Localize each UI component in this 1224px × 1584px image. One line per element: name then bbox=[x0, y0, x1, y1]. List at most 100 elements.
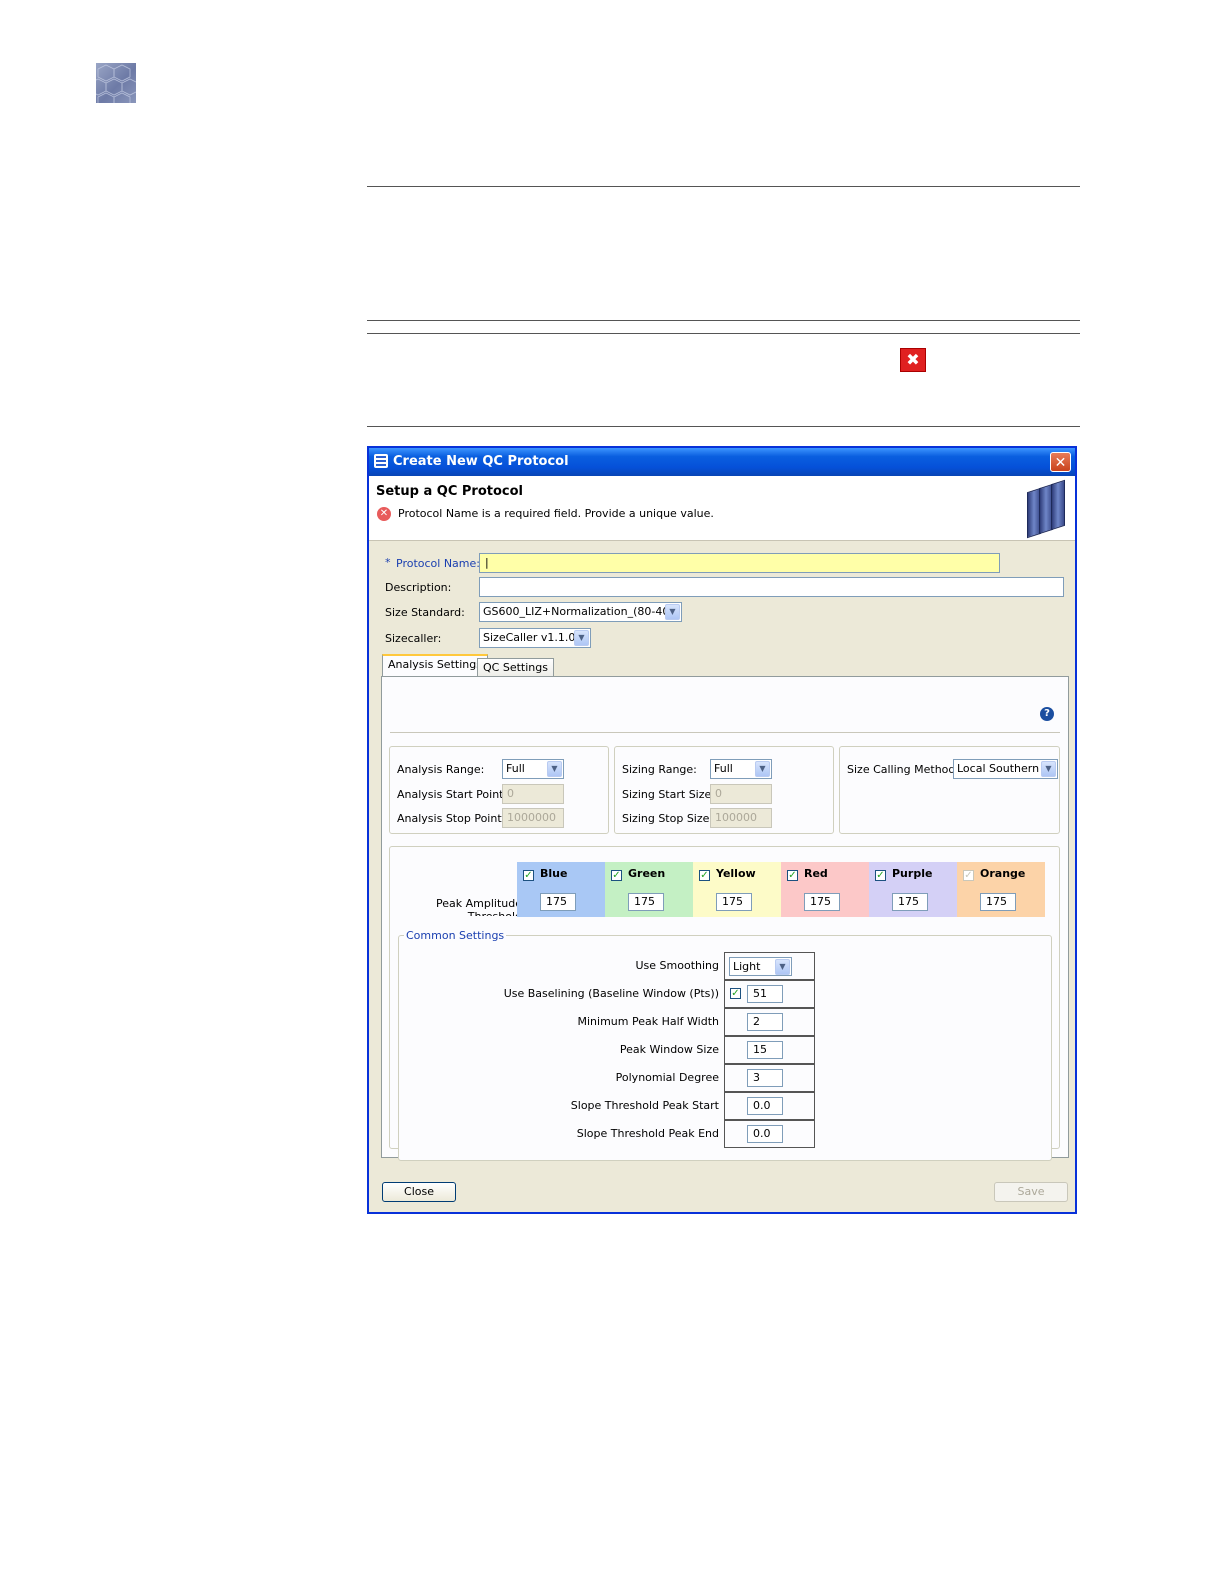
tab-analysis-settings[interactable]: Analysis Settings bbox=[382, 654, 488, 676]
min-peak-cell: 2 bbox=[724, 1008, 815, 1036]
baselining-checkbox[interactable]: ✓ bbox=[730, 988, 741, 999]
save-button[interactable]: Save bbox=[994, 1182, 1068, 1202]
dye-column-purple: ✓ Purple 175 bbox=[869, 862, 957, 917]
size-calling-value: Local Southern bbox=[957, 762, 1040, 775]
protocol-name-input[interactable]: | bbox=[479, 553, 1000, 573]
dye-threshold-purple[interactable]: 175 bbox=[892, 893, 928, 911]
size-standard-value: GS600_LIZ+Normalization_(80-400) bbox=[483, 605, 681, 618]
chevron-down-icon[interactable]: ▼ bbox=[574, 630, 589, 646]
threshold-label-line: Threshold bbox=[436, 910, 522, 916]
chevron-down-icon[interactable]: ▼ bbox=[775, 959, 790, 975]
analysis-stop-input[interactable]: 1000000 bbox=[502, 808, 564, 828]
slope-start-input[interactable]: 0.0 bbox=[747, 1097, 783, 1115]
peak-window-input[interactable]: 15 bbox=[747, 1041, 783, 1059]
analysis-settings-panel: ? Analysis Range: Full ▼ Analysis Start … bbox=[381, 676, 1069, 1161]
close-button[interactable]: Close bbox=[382, 1182, 456, 1202]
sizing-range-select[interactable]: Full ▼ bbox=[710, 759, 772, 779]
sizecaller-select[interactable]: SizeCaller v1.1.0 ▼ bbox=[479, 628, 591, 648]
dye-threshold-green[interactable]: 175 bbox=[628, 893, 664, 911]
divider bbox=[367, 333, 1080, 334]
divider bbox=[367, 320, 1080, 321]
sizecaller-value: SizeCaller v1.1.0 bbox=[483, 631, 576, 644]
sizing-range-value: Full bbox=[714, 762, 733, 775]
smoothing-value: Light bbox=[733, 960, 761, 973]
window-title: Create New QC Protocol bbox=[393, 454, 569, 469]
smoothing-cell: Light ▼ bbox=[724, 952, 815, 980]
dye-row: ✓ Blue 175 ✓ Green 175 ✓ Yellow 175 ✓ Red 175 ✓ Purpl… bbox=[517, 862, 1045, 917]
dye-column-yellow: ✓ Yellow 175 bbox=[693, 862, 781, 917]
peak-amplitude-label-line: Peak Amplitude bbox=[436, 897, 522, 910]
description-input[interactable] bbox=[479, 577, 1064, 597]
baselining-label: Use Baselining (Baseline Window (Pts)) bbox=[503, 987, 719, 1000]
dye-name-blue: Blue bbox=[540, 867, 568, 880]
analysis-stop-label: Analysis Stop Point: bbox=[397, 812, 506, 825]
chevron-down-icon[interactable]: ▼ bbox=[547, 761, 562, 777]
help-icon[interactable]: ? bbox=[1040, 707, 1054, 721]
logo bbox=[96, 63, 136, 103]
baselining-input[interactable]: 51 bbox=[747, 985, 783, 1003]
sizing-start-input[interactable]: 0 bbox=[710, 784, 772, 804]
size-calling-select[interactable]: Local Southern ▼ bbox=[953, 759, 1058, 779]
dialog-body: Setup a QC Protocol ✕ Protocol Name is a… bbox=[369, 476, 1075, 1212]
baselining-cell: ✓ 51 bbox=[724, 980, 815, 1008]
peak-detection-group: Peak Amplitude Threshold ✓ Blue 175 ✓ Green 1… bbox=[389, 846, 1060, 1161]
dye-column-green: ✓ Green 175 bbox=[605, 862, 693, 917]
divider bbox=[367, 186, 1080, 187]
dye-checkbox-blue[interactable]: ✓ bbox=[523, 870, 534, 881]
smoothing-label: Use Smoothing bbox=[635, 959, 720, 972]
header-title: Setup a QC Protocol bbox=[376, 484, 524, 499]
size-standard-select[interactable]: GS600_LIZ+Normalization_(80-400) ▼ bbox=[479, 602, 682, 622]
analysis-start-input[interactable]: 0 bbox=[502, 784, 564, 804]
error-message: Protocol Name is a required field. Provi… bbox=[398, 507, 714, 520]
min-peak-label: Minimum Peak Half Width bbox=[577, 1015, 720, 1028]
required-marker: * bbox=[385, 556, 391, 569]
dialog-header: Setup a QC Protocol ✕ Protocol Name is a… bbox=[369, 476, 1075, 541]
dye-checkbox-yellow[interactable]: ✓ bbox=[699, 870, 710, 881]
common-settings-labels: Use Smoothing Use Baselining (Baseline W… bbox=[390, 952, 719, 1152]
chevron-down-icon[interactable]: ▼ bbox=[755, 761, 770, 777]
slope-end-cell: 0.0 bbox=[724, 1120, 815, 1148]
dye-threshold-blue[interactable]: 175 bbox=[540, 893, 576, 911]
common-settings-legend: Common Settings bbox=[404, 929, 507, 942]
create-qc-protocol-dialog: Create New QC Protocol ✕ Setup a QC Prot… bbox=[367, 446, 1077, 1214]
sizecaller-label: Sizecaller: bbox=[385, 632, 442, 645]
peak-amplitude-label: Peak Amplitude Threshold bbox=[436, 897, 522, 916]
dye-column-red: ✓ Red 175 bbox=[781, 862, 869, 917]
protocol-name-label: Protocol Name: bbox=[396, 557, 480, 570]
min-peak-input[interactable]: 2 bbox=[747, 1013, 783, 1031]
sizing-range-group: Sizing Range: Full ▼ Sizing Start Size: … bbox=[614, 746, 834, 834]
title-bar[interactable]: Create New QC Protocol ✕ bbox=[369, 448, 1075, 476]
poly-input[interactable]: 3 bbox=[747, 1069, 783, 1087]
chevron-down-icon[interactable]: ▼ bbox=[1041, 761, 1056, 777]
sizing-stop-label: Sizing Stop Size: bbox=[622, 812, 714, 825]
dye-checkbox-orange[interactable]: ✓ bbox=[963, 870, 974, 881]
tab-qc-settings[interactable]: QC Settings bbox=[477, 658, 554, 678]
analysis-start-label: Analysis Start Point: bbox=[397, 788, 508, 801]
slope-start-label: Slope Threshold Peak Start bbox=[570, 1099, 719, 1112]
analysis-range-label: Analysis Range: bbox=[397, 763, 485, 776]
dye-threshold-red[interactable]: 175 bbox=[804, 893, 840, 911]
dye-threshold-orange[interactable]: 175 bbox=[980, 893, 1016, 911]
dye-name-orange: Orange bbox=[980, 867, 1026, 880]
dye-name-green: Green bbox=[628, 867, 666, 880]
dye-column-blue: ✓ Blue 175 bbox=[517, 862, 605, 917]
dye-checkbox-red[interactable]: ✓ bbox=[787, 870, 798, 881]
analysis-range-select[interactable]: Full ▼ bbox=[502, 759, 564, 779]
red-x-icon: ✖ bbox=[900, 348, 926, 372]
window-icon bbox=[374, 454, 388, 468]
smoothing-select[interactable]: Light ▼ bbox=[729, 957, 792, 976]
poly-label: Polynomial Degree bbox=[615, 1071, 719, 1084]
slope-end-label: Slope Threshold Peak End bbox=[576, 1127, 719, 1140]
poly-cell: 3 bbox=[724, 1064, 815, 1092]
dye-checkbox-green[interactable]: ✓ bbox=[611, 870, 622, 881]
dye-name-red: Red bbox=[804, 867, 828, 880]
close-window-button[interactable]: ✕ bbox=[1050, 452, 1071, 472]
sizing-stop-input[interactable]: 100000 bbox=[710, 808, 772, 828]
chevron-down-icon[interactable]: ▼ bbox=[665, 604, 680, 620]
dye-checkbox-purple[interactable]: ✓ bbox=[875, 870, 886, 881]
dye-threshold-yellow[interactable]: 175 bbox=[716, 893, 752, 911]
analysis-range-group: Analysis Range: Full ▼ Analysis Start Po… bbox=[389, 746, 609, 834]
dye-name-yellow: Yellow bbox=[716, 867, 756, 880]
slope-end-input[interactable]: 0.0 bbox=[747, 1125, 783, 1143]
sizing-start-label: Sizing Start Size: bbox=[622, 788, 715, 801]
